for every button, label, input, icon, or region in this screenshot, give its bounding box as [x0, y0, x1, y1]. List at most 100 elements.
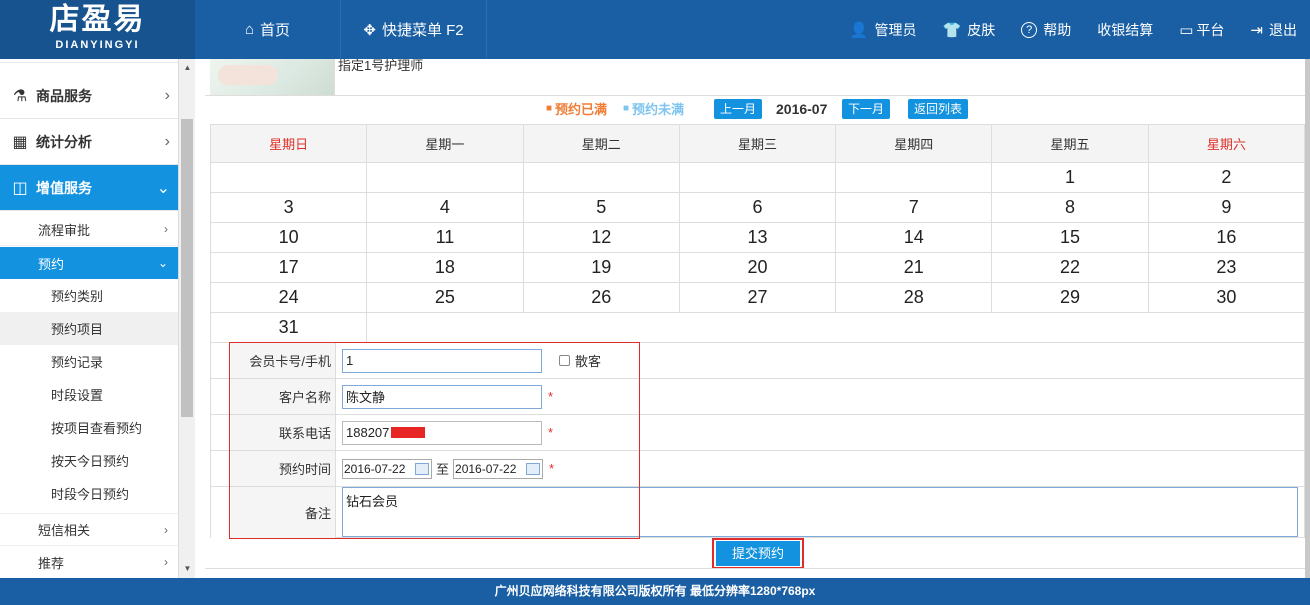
help-icon: ? — [1021, 21, 1038, 38]
calendar-day-cell[interactable]: 18 — [366, 252, 524, 283]
chevron-right-icon: › — [164, 222, 168, 236]
scrollbar-thumb[interactable] — [1305, 59, 1310, 578]
sidebar-scrollbar[interactable]: ▲ ▼ — [178, 59, 195, 578]
project-image — [210, 59, 335, 95]
square-icon: ■ — [546, 103, 553, 114]
nav-help[interactable]: ? 帮助 — [1008, 0, 1084, 59]
sidebar-item-booking[interactable]: 预约 ⌄ — [0, 247, 178, 280]
sidebar-item-sms[interactable]: 短信相关 › — [0, 513, 178, 546]
sidebar-leaf-booking-record[interactable]: 预约记录 — [0, 345, 178, 378]
nav-quick-menu-label: 快捷菜单 F2 — [381, 22, 464, 39]
calendar-day-cell[interactable]: 27 — [678, 282, 837, 313]
nav-home[interactable]: ⌂ 首页 — [195, 0, 341, 59]
sidebar-item-goods-service[interactable]: ⚗ 商品服务 › — [0, 73, 178, 119]
chevron-down-icon: ⌄ — [157, 256, 168, 270]
sidebar-item-statistics[interactable]: ▦ 统计分析 › — [0, 119, 178, 165]
calendar-day-cell[interactable]: 14 — [835, 222, 993, 253]
calendar-day-cell[interactable]: 24 — [209, 282, 368, 313]
sidebar-leaf-today-by-day[interactable]: 按天今日预约 — [0, 444, 178, 477]
sidebar-item-value-added[interactable]: ◫ 增值服务 ⌄ — [0, 165, 178, 211]
nav-help-label: 帮助 — [1043, 21, 1072, 38]
chart-icon: ▦ — [12, 133, 28, 151]
calendar-day-cell[interactable]: 1 — [991, 162, 1149, 193]
calendar-day-cell[interactable]: 2 — [1147, 162, 1306, 193]
calendar-day-cell[interactable]: 28 — [835, 282, 993, 313]
calendar-day-cell[interactable]: 21 — [835, 252, 993, 283]
calendar-day-cell[interactable]: 6 — [678, 192, 837, 223]
calendar-day-cell[interactable]: 30 — [1147, 282, 1306, 313]
assign-text: 指定1号护理师 — [338, 58, 424, 73]
weekday-header: 星期二 — [522, 124, 680, 163]
chevron-right-icon: › — [164, 522, 168, 537]
calendar-empty-cell — [209, 162, 368, 193]
scroll-down-icon[interactable]: ▼ — [179, 562, 195, 576]
calendar-day-cell[interactable]: 8 — [991, 192, 1149, 223]
sidebar-item-label: 推荐 — [38, 555, 65, 571]
top-bar: 店盈易 DIANYINGYI ⌂ 首页 ✥ 快捷菜单 F2 👤 管理员 👕 皮肤… — [0, 0, 1310, 59]
calendar-week-row: 10 11 12 13 14 15 16 — [209, 222, 1306, 253]
nav-admin[interactable]: 👤 管理员 — [837, 0, 930, 59]
sidebar-leaf-booking-category[interactable]: 预约类别 — [0, 279, 178, 312]
nav-checkout-label: 收银结算 — [1097, 21, 1154, 38]
nav-checkout[interactable]: 收银结算 — [1084, 0, 1166, 59]
sidebar-item-label: 流程审批 — [38, 222, 91, 238]
calendar-day-cell[interactable]: 19 — [522, 252, 680, 283]
sidebar-item-workflow[interactable]: 流程审批 › — [0, 213, 178, 246]
calendar-day-cell[interactable]: 31 — [209, 312, 368, 343]
back-to-list-button[interactable]: 返回列表 — [908, 99, 969, 119]
calendar-day-cell[interactable]: 13 — [678, 222, 837, 253]
calendar-empty-cell — [835, 162, 993, 193]
sidebar-item-recommend[interactable]: 推荐 › — [0, 546, 178, 578]
highlight-outline — [229, 342, 640, 539]
calendar-day-cell[interactable]: 12 — [522, 222, 680, 253]
calendar-day-cell[interactable]: 10 — [209, 222, 368, 253]
calendar-week-row: 24 25 26 27 28 29 30 — [209, 282, 1306, 313]
calendar-day-cell[interactable]: 29 — [991, 282, 1149, 313]
content-scrollbar[interactable] — [1305, 59, 1310, 578]
home-icon: ⌂ — [244, 21, 255, 38]
nav-platform-label: 平台 — [1196, 21, 1225, 38]
weekday-header: 星期三 — [678, 124, 837, 163]
chevron-right-icon: › — [164, 132, 170, 150]
sidebar-item-label: 预约 — [38, 256, 65, 272]
nav-platform[interactable]: ▭ 平台 — [1166, 0, 1237, 59]
calendar-day-cell[interactable]: 4 — [366, 192, 524, 223]
calendar-day-cell[interactable]: 17 — [209, 252, 368, 283]
sidebar-leaf-timeslot-setting[interactable]: 时段设置 — [0, 378, 178, 411]
nav-skin[interactable]: 👕 皮肤 — [930, 0, 1009, 59]
calendar-day-cell[interactable]: 25 — [366, 282, 524, 313]
calendar-day-cell[interactable]: 23 — [1147, 252, 1306, 283]
calendar-day-cell[interactable]: 22 — [991, 252, 1149, 283]
chevron-right-icon: › — [164, 555, 168, 569]
nav-logout-label: 退出 — [1269, 21, 1297, 38]
calendar-week-row: 12 — [209, 162, 1306, 193]
calendar-day-cell[interactable]: 20 — [678, 252, 837, 283]
calendar-day-cell[interactable]: 3 — [209, 192, 368, 223]
nav-logout[interactable]: ⇥ 退出 — [1237, 0, 1310, 59]
nav-admin-label: 管理员 — [874, 21, 917, 38]
calendar-day-cell[interactable]: 9 — [1147, 192, 1306, 223]
sidebar-leaf-booking-item[interactable]: 预约项目 — [0, 312, 178, 345]
sidebar-leaf-view-by-item[interactable]: 按项目查看预约 — [0, 411, 178, 444]
sidebar-item-previous[interactable] — [0, 59, 178, 63]
calendar-day-cell[interactable]: 26 — [522, 282, 680, 313]
nav-quick-menu[interactable]: ✥ 快捷菜单 F2 — [341, 0, 487, 59]
pills-icon: ⚗ — [12, 87, 28, 105]
sidebar-item-label: 短信相关 — [38, 523, 91, 538]
calendar-day-cell[interactable]: 7 — [835, 192, 993, 223]
main-content: 指定1号护理师 ■ 预约已满 ■ 预约未满 上一月 2016-07 下一月 返回… — [205, 59, 1310, 578]
sidebar-leaf-today-by-slot[interactable]: 时段今日预约 — [0, 477, 178, 510]
prev-month-button[interactable]: 上一月 — [714, 99, 763, 119]
calendar-week-row: 17 18 19 20 21 22 23 — [209, 252, 1306, 283]
next-month-button[interactable]: 下一月 — [842, 99, 891, 119]
weekday-header: 星期日 — [209, 124, 368, 163]
calendar-day-cell[interactable]: 11 — [366, 222, 524, 253]
submit-booking-button[interactable]: 提交预约 — [716, 541, 800, 566]
calendar-day-cell[interactable]: 16 — [1147, 222, 1306, 253]
scrollbar-thumb[interactable] — [181, 119, 193, 417]
legend-free: ■ 预约未满 — [623, 99, 684, 118]
scroll-up-icon[interactable]: ▲ — [179, 61, 195, 75]
calendar-day-cell[interactable]: 15 — [991, 222, 1149, 253]
calendar-day-cell[interactable]: 5 — [522, 192, 680, 223]
logo: 店盈易 DIANYINGYI — [0, 0, 195, 59]
